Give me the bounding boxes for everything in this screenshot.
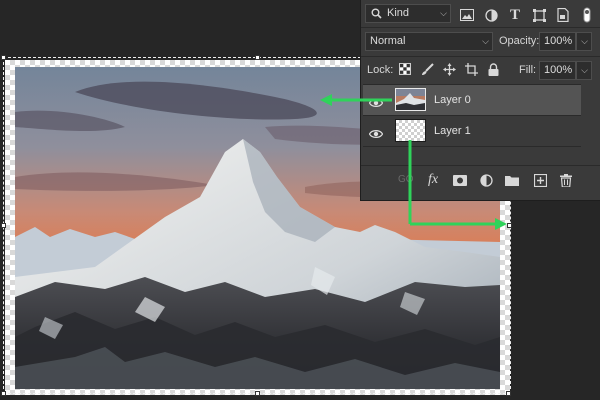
search-icon <box>371 8 382 25</box>
layer-thumbnail <box>395 119 426 142</box>
layer-filter-dropdown[interactable]: Kind ⌵ <box>365 4 451 23</box>
transform-handle-bottom-right[interactable] <box>506 391 511 396</box>
layer-row-layer-0[interactable]: Layer 0 <box>363 84 581 115</box>
chevron-down-icon: ⌵ <box>581 36 588 46</box>
image-filter-icon[interactable] <box>459 7 475 23</box>
type-filter-icon[interactable]: T <box>507 7 523 23</box>
lock-all-icon[interactable] <box>485 61 501 77</box>
fx-icon[interactable]: fx <box>428 172 438 188</box>
trash-icon[interactable] <box>559 173 573 187</box>
lock-transparent-icon[interactable] <box>397 61 413 77</box>
transform-handle-top-center[interactable] <box>255 55 260 60</box>
chevron-down-icon: ⌵ <box>482 36 489 46</box>
link-layers-icon[interactable]: GO <box>398 174 414 185</box>
fill-label: Fill: <box>519 64 537 76</box>
chevron-down-icon: ⌵ <box>581 65 588 75</box>
transform-handle-bottom-left[interactable] <box>1 391 6 396</box>
transform-handle-bottom-center[interactable] <box>255 391 260 396</box>
layer-row-layer-1[interactable]: Layer 1 <box>363 115 581 146</box>
new-layer-icon[interactable] <box>533 173 547 187</box>
layer-name[interactable]: Layer 1 <box>434 125 471 137</box>
filter-toggle-icon[interactable] <box>579 7 595 23</box>
blend-mode-dropdown[interactable]: Normal ⌵ <box>365 32 493 51</box>
transform-handle-right-center[interactable] <box>507 223 512 228</box>
eye-icon[interactable] <box>368 126 384 138</box>
group-folder-icon[interactable] <box>505 173 519 187</box>
layer-name[interactable]: Layer 0 <box>434 94 471 106</box>
blend-mode-value: Normal <box>370 35 406 47</box>
adjustment-layer-icon[interactable] <box>479 173 493 187</box>
lock-artboard-icon[interactable] <box>463 61 479 77</box>
layer-thumbnail <box>395 88 426 111</box>
lock-position-icon[interactable] <box>441 61 457 77</box>
fill-dropdown-button[interactable]: ⌵ <box>576 61 592 80</box>
opacity-input[interactable]: 100% <box>539 32 576 51</box>
mask-icon[interactable] <box>453 173 467 187</box>
adjustment-filter-icon[interactable] <box>483 7 499 23</box>
filter-kind-label: Kind <box>387 7 410 19</box>
lock-label: Lock: <box>367 64 394 76</box>
transform-handle-top-left[interactable] <box>1 55 6 60</box>
smart-object-filter-icon[interactable] <box>555 7 571 23</box>
opacity-label: Opacity: <box>499 35 540 47</box>
transform-handle-left-center[interactable] <box>1 223 6 228</box>
shape-filter-icon[interactable] <box>531 7 547 23</box>
lock-image-icon[interactable] <box>419 61 435 77</box>
eye-icon[interactable] <box>368 95 384 107</box>
opacity-dropdown-button[interactable]: ⌵ <box>576 32 592 51</box>
fill-input[interactable]: 100% <box>539 61 576 80</box>
chevron-down-icon: ⌵ <box>440 8 447 18</box>
